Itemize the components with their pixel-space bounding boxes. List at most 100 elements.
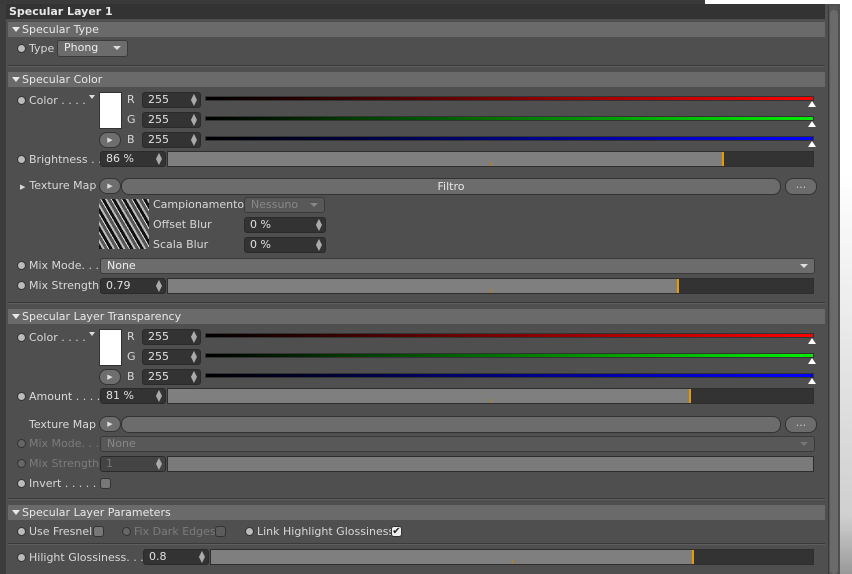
animate-radio-icon[interactable] [17,333,26,342]
color-mode-button[interactable]: ▶ [99,132,121,148]
channel-slider-r[interactable] [205,96,814,101]
slider-handle[interactable] [721,152,724,166]
use-fresnel-checkbox[interactable] [93,526,104,537]
spinner-icon[interactable]: ▲ ▼ [191,350,197,364]
color-mode-button[interactable]: ▶ [99,369,121,385]
animate-radio-icon[interactable] [17,96,26,105]
spinner-icon[interactable]: ▲ ▼ [199,550,205,564]
spinner-icon[interactable]: ▲ ▼ [191,93,197,107]
scrollbar-thumb[interactable] [830,10,838,574]
channel-field-b[interactable]: 255 ▲ ▼ [142,132,201,148]
slider-fill [211,550,693,564]
animate-radio-icon[interactable] [245,527,254,536]
mix-mode-dropdown[interactable]: None [100,258,815,274]
animate-radio-icon[interactable] [17,155,26,164]
mix-strength-field[interactable]: 0.79 ▲ ▼ [100,278,166,294]
section-specular-color[interactable]: Specular Color [8,72,825,87]
more-button[interactable]: ... [785,416,817,433]
invert-checkbox[interactable] [100,478,111,489]
divider [8,498,825,500]
color-swatch[interactable] [99,329,122,366]
scrollbar[interactable] [828,6,838,574]
spinner-icon[interactable]: ▲ ▼ [191,133,197,147]
mix-strength-slider[interactable] [167,456,814,472]
slider-handle-icon[interactable] [808,358,816,364]
slider-handle[interactable] [676,279,679,293]
offset-blur-field[interactable]: 0 % ▲ ▼ [244,217,326,233]
chevron-down-icon [800,264,808,268]
sampling-dropdown[interactable]: Nessuno [244,197,325,213]
animate-radio-icon[interactable] [17,261,26,270]
label: Fix Dark Edges [134,525,216,538]
hilight-glossiness-field[interactable]: 0.8 ▲ ▼ [143,549,209,565]
collapse-icon [12,314,20,319]
texture-shader-button[interactable] [121,416,781,433]
spinner-icon[interactable]: ▲ ▼ [156,389,162,403]
channel-slider-b[interactable] [205,136,814,141]
channel-slider-g[interactable] [205,353,814,358]
mix-strength-field[interactable]: 1 ▲ ▼ [100,456,166,472]
slider-handle[interactable] [689,389,692,403]
more-button[interactable]: ... [785,178,817,195]
link-glossiness-checkbox[interactable]: ✔ [391,526,402,537]
slider-handle-icon[interactable] [808,378,816,384]
animate-radio-icon[interactable] [17,527,26,536]
collapse-icon [12,510,20,515]
channel-field-g[interactable]: 255 ▲ ▼ [142,349,201,365]
button-label: Filtro [437,180,465,193]
label: Invert . . . . . . [29,477,104,490]
fix-dark-edges-checkbox[interactable] [215,526,226,537]
channel-slider-b[interactable] [205,373,814,378]
link-glossiness-label: Link Highlight Glossiness [245,524,394,540]
section-specular-layer-parameters[interactable]: Specular Layer Parameters [8,505,825,520]
animate-radio-icon[interactable] [17,281,26,290]
section-label: Specular Layer Transparency [22,310,182,323]
spinner-icon[interactable]: ▲ ▼ [316,218,322,232]
slider-handle-icon[interactable] [808,121,816,127]
color-menu-icon[interactable] [89,332,95,336]
brightness-label: Brightness . . [17,152,102,168]
texture-menu-button[interactable]: ▶ [99,178,121,194]
brightness-slider[interactable] [167,151,814,167]
slider-handle-icon[interactable] [808,338,816,344]
dropdown-value: None [107,259,136,272]
expand-icon[interactable]: ▶ [20,183,25,191]
animate-radio-icon [17,459,26,468]
color-menu-icon[interactable] [89,95,95,99]
animate-radio-icon[interactable] [17,553,26,562]
spinner-icon[interactable]: ▲ ▼ [191,370,197,384]
channel-field-b[interactable]: 255 ▲ ▼ [142,369,201,385]
animate-radio-icon[interactable] [17,44,26,53]
channel-field-g[interactable]: 255 ▲ ▼ [142,112,201,128]
slider-handle-icon[interactable] [808,141,816,147]
mix-mode-dropdown[interactable]: None [100,436,815,452]
spinner-icon[interactable]: ▲ ▼ [156,152,162,166]
slider-handle-icon[interactable] [808,101,816,107]
amount-slider[interactable] [167,388,814,404]
spinner-icon[interactable]: ▲ ▼ [191,330,197,344]
type-dropdown[interactable]: Phong [57,40,128,57]
texture-shader-button[interactable]: Filtro [121,178,781,195]
hilight-glossiness-slider[interactable] [210,549,814,565]
slider-handle[interactable] [691,550,694,564]
spinner-icon[interactable]: ▲ ▼ [316,238,322,252]
spinner-icon[interactable]: ▲ ▼ [156,457,162,471]
color-swatch[interactable] [99,92,122,129]
channel-field-r[interactable]: 255 ▲ ▼ [142,329,201,345]
texture-menu-button[interactable]: ▶ [99,416,121,432]
amount-field[interactable]: 81 % ▲ ▼ [100,388,166,404]
section-specular-type[interactable]: Specular Type [8,22,825,37]
animate-radio-icon[interactable] [17,479,26,488]
channel-field-r[interactable]: 255 ▲ ▼ [142,92,201,108]
brightness-field[interactable]: 86 % ▲ ▼ [100,151,166,167]
section-specular-layer-transparency[interactable]: Specular Layer Transparency [8,309,825,324]
mix-strength-slider[interactable] [167,278,814,294]
field-value: 255 [148,93,169,106]
scala-blur-field[interactable]: 0 % ▲ ▼ [244,237,326,253]
channel-slider-g[interactable] [205,116,814,121]
animate-radio-icon[interactable] [17,392,26,401]
spinner-icon[interactable]: ▲ ▼ [191,113,197,127]
spinner-icon[interactable]: ▲ ▼ [156,279,162,293]
channel-slider-r[interactable] [205,333,814,338]
type-label: Type [17,41,54,57]
